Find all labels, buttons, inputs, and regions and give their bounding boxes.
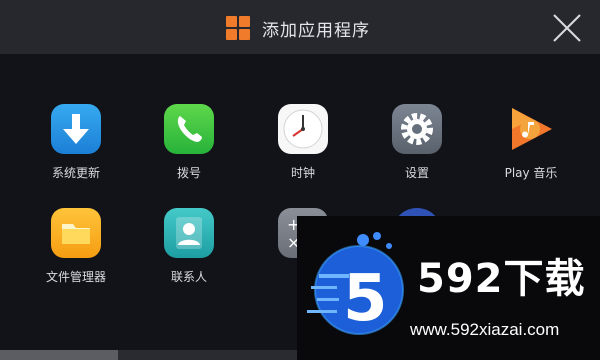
app-clock[interactable]: 时钟 [248, 104, 358, 181]
app-system-update[interactable]: 系统更新 [21, 104, 131, 181]
app-play-music[interactable]: Play 音乐 [476, 104, 586, 181]
system-update-icon [51, 104, 101, 154]
app-phone[interactable]: 拨号 [134, 104, 244, 181]
clock-icon [278, 104, 328, 154]
svg-text:5: 5 [343, 262, 388, 336]
app-contacts[interactable]: 联系人 [134, 208, 244, 285]
app-settings[interactable]: 设置 [362, 104, 472, 181]
title-group: 添加应用程序 [226, 14, 370, 42]
app-label: 时钟 [290, 166, 315, 180]
app-label: 系统更新 [51, 166, 100, 180]
app-label: 文件管理器 [45, 270, 106, 284]
watermark-url: www.592xiazai.com [410, 320, 560, 339]
phone-icon [164, 104, 214, 154]
folder-icon [51, 208, 101, 258]
scroll-thumb[interactable] [0, 350, 118, 360]
dialog-title: 添加应用程序 [262, 20, 370, 41]
watermark-overlay: 5 592下载 www.592xiazai.com [297, 216, 600, 360]
play-music-icon [506, 104, 556, 154]
app-label: Play 音乐 [504, 166, 558, 180]
app-label: 拨号 [176, 166, 201, 180]
title-bar: 添加应用程序 [0, 0, 600, 54]
app-file-manager[interactable]: 文件管理器 [21, 208, 131, 285]
app-label: 设置 [404, 166, 429, 180]
contacts-icon [164, 208, 214, 258]
apps-grid-icon [226, 16, 250, 40]
watermark-brand: 592下载 [417, 256, 586, 302]
gear-icon [392, 104, 442, 154]
watermark-logo-icon: 5 [307, 232, 404, 336]
close-button[interactable] [551, 12, 583, 44]
close-icon [553, 14, 581, 42]
app-label: 联系人 [170, 270, 207, 284]
